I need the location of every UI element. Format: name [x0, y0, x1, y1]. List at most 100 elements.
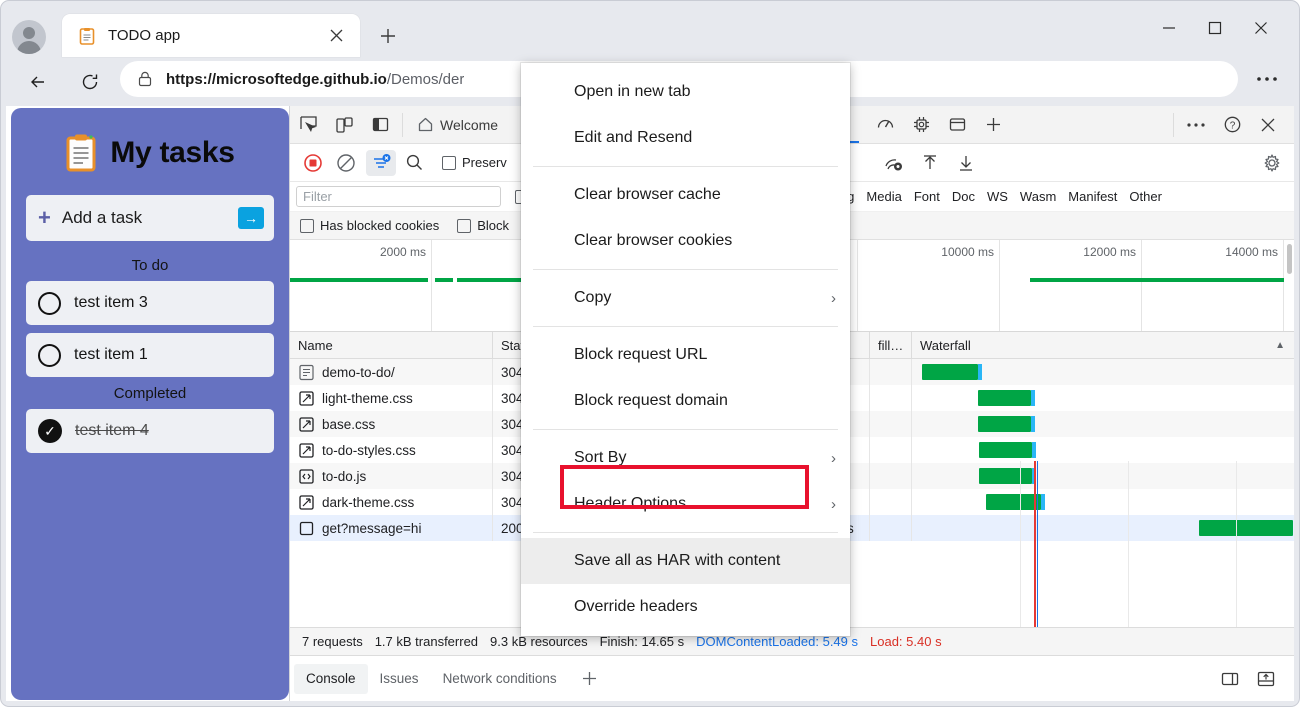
summary-resources: 9.3 kB resources — [490, 634, 588, 649]
type-filter-wasm[interactable]: Wasm — [1020, 189, 1056, 204]
summary-finish: Finish: 14.65 s — [599, 634, 685, 649]
drawer-add-tab-button[interactable] — [569, 664, 610, 694]
preserve-log-label: Preserv — [462, 155, 507, 170]
browser-tab-todo-app[interactable]: TODO app — [62, 14, 360, 57]
search-icon[interactable] — [396, 145, 432, 181]
checkbox-unchecked-icon[interactable] — [38, 343, 61, 367]
request-waterfall — [912, 385, 1293, 411]
fetch-icon — [298, 520, 315, 537]
submit-task-button[interactable]: → — [238, 207, 264, 229]
tab-welcome[interactable]: Welcome — [407, 106, 508, 143]
type-filter-manifest[interactable]: Manifest — [1068, 189, 1117, 204]
throttling-icon[interactable] — [876, 145, 912, 181]
menu-item-clear-browser-cookies[interactable]: Clear browser cookies — [521, 218, 850, 264]
sort-ascending-icon[interactable]: ▲ — [1275, 340, 1285, 351]
task-item[interactable]: test item 3 — [26, 281, 274, 325]
type-filter-media[interactable]: Media — [866, 189, 901, 204]
export-har-icon[interactable] — [948, 145, 984, 181]
browser-more-button[interactable] — [1252, 64, 1282, 94]
checkbox-checked-icon[interactable]: ✓ — [38, 419, 62, 443]
record-stop-icon[interactable] — [298, 147, 328, 178]
import-har-icon[interactable] — [912, 145, 948, 181]
new-tab-button[interactable] — [374, 22, 402, 50]
overview-tick-label: 14000 ms — [1225, 245, 1278, 259]
add-task-input[interactable]: + Add a task → — [26, 195, 274, 241]
column-header-fill[interactable]: fill… — [870, 331, 912, 359]
minimize-button[interactable] — [1146, 0, 1192, 56]
close-icon[interactable] — [327, 26, 346, 45]
checkbox-icon[interactable] — [300, 218, 314, 233]
drawer-right-controls — [1212, 661, 1284, 697]
dock-panel-icon[interactable] — [362, 107, 398, 143]
type-filter-font[interactable]: Font — [914, 189, 940, 204]
blocked-requests-checkbox[interactable]: Block — [457, 218, 509, 233]
checkbox-icon[interactable] — [457, 218, 472, 233]
menu-item-copy[interactable]: Copy › — [521, 275, 850, 321]
menu-item-label: Override headers — [574, 598, 698, 615]
menu-item-override-headers[interactable]: Override headers — [521, 584, 850, 630]
menu-item-clear-browser-cache[interactable]: Clear browser cache — [521, 172, 850, 218]
stylesheet-icon — [298, 442, 315, 459]
lock-icon — [136, 70, 154, 88]
column-header-waterfall[interactable]: Waterfall ▲ — [912, 332, 1293, 359]
menu-divider — [533, 429, 838, 430]
type-filter-doc[interactable]: Doc — [952, 189, 975, 204]
drawer-tab-issues[interactable]: Issues — [368, 664, 431, 694]
overview-scrollbar[interactable] — [1287, 244, 1292, 274]
devtools-close-icon[interactable] — [1250, 107, 1286, 143]
overview-tick-label: 12000 ms — [1083, 245, 1136, 259]
menu-item-block-request-domain[interactable]: Block request domain — [521, 378, 850, 424]
back-button[interactable] — [20, 64, 56, 100]
preserve-log-checkbox[interactable]: Preserv — [442, 155, 507, 170]
profile-avatar[interactable] — [12, 20, 46, 54]
menu-divider — [533, 532, 838, 533]
task-item[interactable]: test item 1 — [26, 333, 274, 377]
summary-requests: 7 requests — [302, 634, 363, 649]
overview-request-bar — [290, 278, 428, 282]
request-waterfall — [912, 359, 1293, 385]
task-label: test item 3 — [74, 294, 148, 311]
task-item-completed[interactable]: ✓ test item 4 — [26, 409, 274, 453]
devtools-more-options-button[interactable] — [1178, 107, 1214, 143]
performance-icon[interactable] — [867, 107, 903, 143]
overview-tick-label: 10000 ms — [941, 245, 994, 259]
restore-drawer-icon[interactable] — [1248, 661, 1284, 697]
request-fill — [870, 359, 912, 385]
type-filter-other[interactable]: Other — [1129, 189, 1162, 204]
overview-request-bar — [435, 278, 453, 282]
menu-item-label: Save all as HAR with content — [574, 552, 781, 569]
help-icon[interactable]: ? — [1214, 107, 1250, 143]
add-panel-button[interactable] — [975, 107, 1011, 143]
column-header-name[interactable]: Name — [290, 331, 493, 359]
checkbox-unchecked-icon[interactable] — [38, 291, 61, 315]
close-window-button[interactable] — [1238, 0, 1284, 56]
request-waterfall — [912, 437, 1293, 463]
reload-button[interactable] — [72, 64, 108, 100]
menu-item-block-request-url[interactable]: Block request URL — [521, 332, 850, 378]
memory-chip-icon[interactable] — [903, 107, 939, 143]
clear-circle-icon[interactable] — [328, 145, 364, 181]
menu-item-open-in-new-tab[interactable]: Open in new tab — [521, 69, 850, 115]
filter-active-icon[interactable] — [366, 149, 396, 176]
menu-item-save-all-as-har-with-content[interactable]: Save all as HAR with content — [521, 538, 850, 584]
application-box-icon[interactable] — [939, 107, 975, 143]
has-blocked-cookies-checkbox[interactable]: Has blocked cookies — [300, 218, 439, 233]
menu-item-edit-and-resend[interactable]: Edit and Resend — [521, 115, 850, 161]
device-toolbar-icon[interactable] — [326, 107, 362, 143]
drawer-tab-network-conditions[interactable]: Network conditions — [431, 664, 569, 694]
network-controls-right — [876, 145, 1290, 181]
has-blocked-cookies-label: Has blocked cookies — [320, 218, 440, 233]
type-filter-ws[interactable]: WS — [987, 189, 1008, 204]
maximize-button[interactable] — [1192, 0, 1238, 56]
menu-item-label: Clear browser cache — [574, 186, 721, 203]
overview-tick-label: 2000 ms — [379, 245, 426, 259]
todo-section-completed: Completed ✓ test item 4 — [26, 385, 274, 453]
inspect-element-icon[interactable] — [290, 107, 326, 143]
gear-icon[interactable] — [1254, 145, 1290, 181]
filter-input[interactable]: Filter — [296, 186, 501, 207]
stylesheet-icon — [298, 494, 315, 511]
dock-side-icon[interactable] — [1212, 661, 1248, 697]
drawer-tab-console[interactable]: Console — [294, 663, 368, 694]
script-icon — [298, 468, 315, 485]
checkbox-icon[interactable] — [442, 155, 456, 170]
